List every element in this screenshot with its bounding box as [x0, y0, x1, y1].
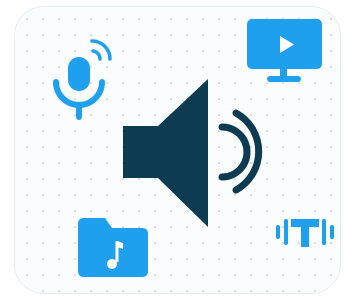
text-to-speech-icon — [276, 219, 334, 247]
audio-illustration — [53, 19, 334, 277]
monitor-play-icon — [247, 19, 322, 82]
music-folder-icon — [78, 218, 148, 277]
microphone-icon — [53, 39, 112, 120]
speaker-volume-icon — [123, 79, 263, 227]
